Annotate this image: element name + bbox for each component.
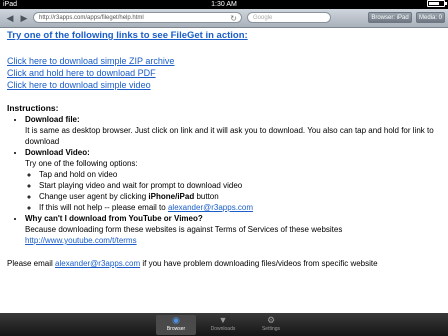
download-file-title: Download file: [25, 115, 80, 124]
help-prefix: If this will not help -- please email to [39, 203, 166, 212]
footer-text: Please email alexander@r3apps.com if you… [7, 258, 443, 269]
tab-browser[interactable]: ◉ Browser [156, 315, 196, 335]
youtube-question: Why can't I download from YouTube or Vim… [25, 214, 203, 223]
download-links: Click here to download simple ZIP archiv… [7, 55, 443, 91]
video-option-user-agent: Change user agent by clicking iPhone/iPa… [39, 191, 443, 202]
download-file-text: It is same as desktop browser. Just clic… [25, 126, 434, 146]
page-content: Try one of the following links to see Fi… [7, 30, 443, 269]
page-heading[interactable]: Try one of the following links to see Fi… [7, 30, 443, 41]
user-agent-bold: iPhone/iPad [148, 192, 195, 201]
video-option-tap: Tap and hold on video [39, 169, 443, 180]
video-options-list: Tap and hold on video Start playing vide… [25, 169, 443, 213]
video-download-link[interactable]: Click here to download simple video [7, 79, 443, 91]
reload-icon[interactable]: ↻ [230, 14, 237, 23]
zip-download-link[interactable]: Click here to download simple ZIP archiv… [7, 55, 443, 67]
instruction-download-video: Download Video: Try one of the following… [25, 147, 443, 213]
instructions-title: Instructions: [7, 103, 59, 113]
tab-downloads-label: Downloads [210, 326, 236, 332]
footer-prefix: Please email [7, 259, 53, 268]
tab-bar: ◉ Browser ▼ Downloads ⚙ Settings [0, 313, 448, 336]
instruction-youtube: Why can't I download from YouTube or Vim… [25, 213, 443, 246]
footer-email-link[interactable]: alexander@r3apps.com [55, 259, 140, 268]
media-button[interactable]: Media: 0 [416, 12, 445, 23]
user-agent-suffix: button [196, 192, 219, 201]
url-text: http://r3apps.com/apps/fileget/help.html [39, 15, 144, 21]
download-video-intro: Try one of the following options: [25, 159, 138, 168]
instructions-list: Download file: It is same as desktop bro… [7, 114, 443, 246]
search-field[interactable]: Google [247, 12, 331, 23]
youtube-terms-link[interactable]: http://www.youtube.com/t/terms [25, 236, 137, 245]
video-option-play: Start playing video and wait for prompt … [39, 180, 443, 191]
gear-icon: ⚙ [266, 315, 276, 325]
instruction-download-file: Download file: It is same as desktop bro… [25, 114, 443, 147]
browser-toolbar: ◀ ▶ http://r3apps.com/apps/fileget/help.… [0, 9, 448, 28]
tab-downloads[interactable]: ▼ Downloads [203, 315, 243, 335]
downloads-icon: ▼ [218, 315, 228, 325]
status-bar: iPad 1:30 AM [0, 0, 448, 9]
video-option-help: If this will not help -- please email to… [39, 202, 443, 213]
tab-settings[interactable]: ⚙ Settings [251, 315, 291, 335]
pdf-download-link[interactable]: Click and hold here to download PDF [7, 67, 443, 79]
footer-suffix: if you have problem downloading files/vi… [142, 259, 378, 268]
browser-icon: ◉ [172, 315, 180, 325]
tab-settings-label: Settings [261, 326, 281, 332]
browser-user-agent-button[interactable]: Browser: iPad [368, 12, 412, 23]
url-field[interactable]: http://r3apps.com/apps/fileget/help.html… [33, 12, 242, 23]
help-email-link[interactable]: alexander@r3apps.com [168, 203, 253, 212]
battery-icon [427, 0, 447, 7]
youtube-text: Because downloading form these websites … [25, 225, 343, 234]
user-agent-prefix: Change user agent by clicking [39, 192, 147, 201]
forward-icon[interactable]: ▶ [18, 12, 30, 24]
back-icon[interactable]: ◀ [4, 12, 16, 24]
clock: 1:30 AM [211, 1, 237, 8]
tab-browser-label: Browser [166, 326, 186, 332]
battery-indicator [427, 0, 447, 7]
download-video-title: Download Video: [25, 148, 90, 157]
